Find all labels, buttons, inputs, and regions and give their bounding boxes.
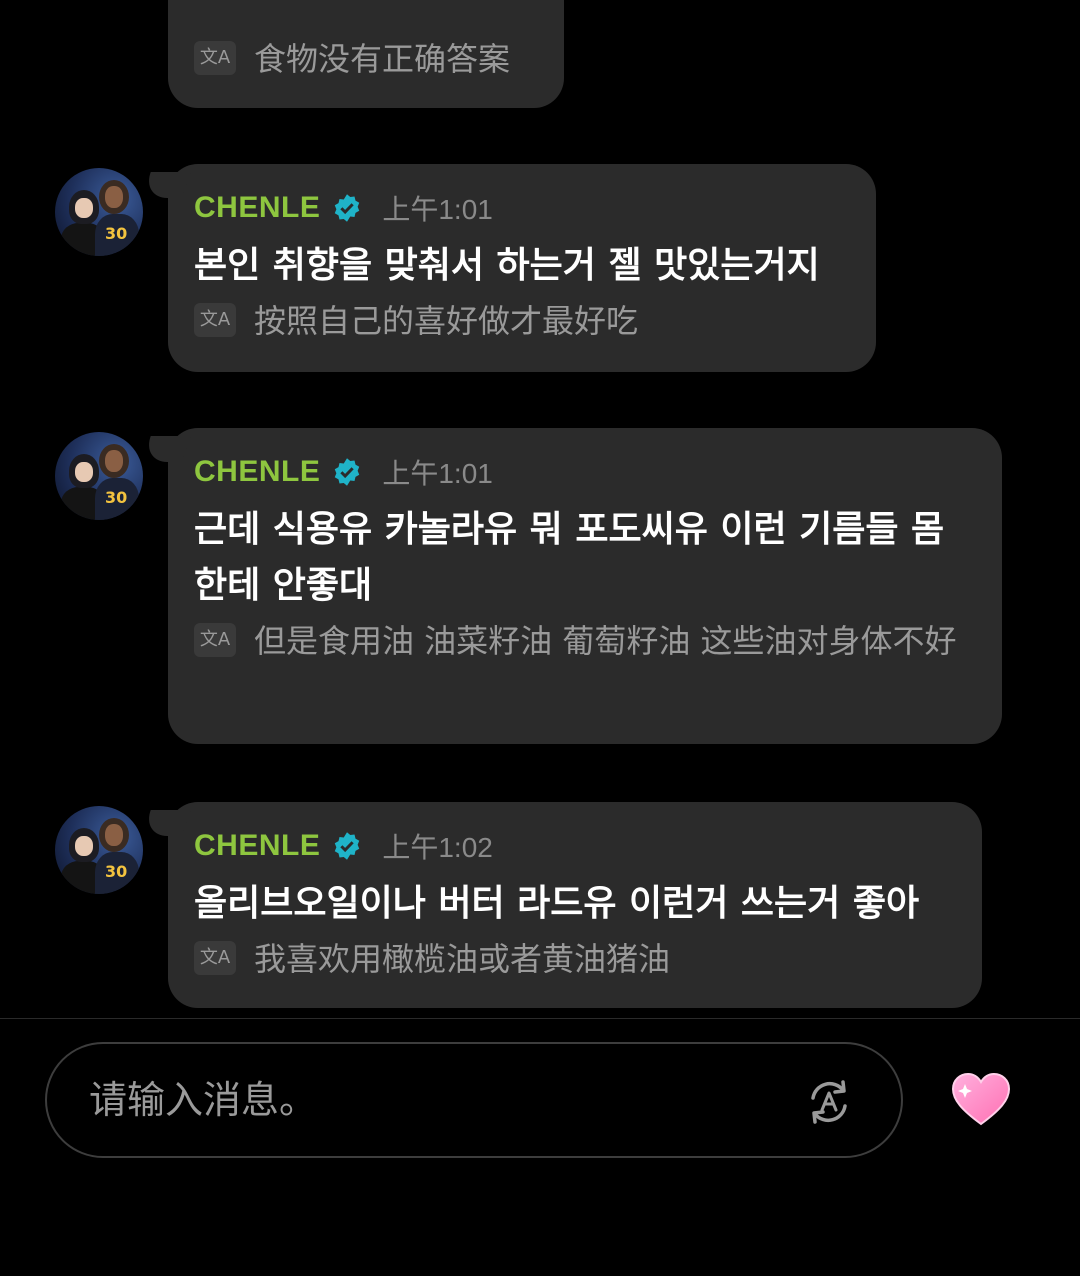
message-timestamp: 上午1:02 — [382, 832, 493, 863]
verified-badge-icon — [335, 194, 360, 222]
message-bubble[interactable]: CHENLE 上午1:02 올리브오일이나 버터 라드유 이런거 쓰는거 좋아 … — [168, 802, 982, 1008]
translation-line: 文A 我喜欢用橄榄油或者黄油猪油 — [194, 934, 956, 984]
heart-icon[interactable] — [950, 1072, 1012, 1128]
sender-name[interactable]: CHENLE — [194, 191, 320, 225]
translation-line: 文A 食物没有正确答案 — [194, 34, 538, 84]
translation-text: 食物没有正确答案 — [254, 40, 511, 78]
message-bubble[interactable]: CHENLE 上午1:01 본인 취향을 맞춰서 하는거 젤 맛있는거지 文A 按… — [168, 164, 876, 372]
message-input[interactable] — [89, 1070, 739, 1130]
composer-divider — [0, 1018, 1080, 1019]
message-timestamp: 上午1:01 — [382, 194, 493, 225]
translate-icon: 文A — [194, 303, 236, 337]
message-text: 본인 취향을 맞춰서 하는거 젤 맛있는거지 — [194, 245, 820, 286]
translate-icon: 文A — [194, 623, 236, 657]
avatar[interactable]: 30 — [55, 806, 143, 894]
avatar[interactable]: 30 — [55, 432, 143, 520]
translation-line: 文A 按照自己的喜好做才最好吃 — [194, 296, 850, 346]
translation-text: 但是食用油 油菜籽油 葡萄籽油 这些油对身体不好 — [254, 622, 957, 660]
translation-text: 我喜欢用橄榄油或者黄油猪油 — [254, 940, 671, 978]
message-bubble[interactable]: CHENLE 上午1:01 근데 식용유 카놀라유 뭐 포도씨유 이런 기름들 … — [168, 428, 1002, 744]
auto-translate-icon[interactable] — [803, 1076, 855, 1128]
translation-line: 文A 但是食用油 油菜籽油 葡萄籽油 这些油对身体不好 — [194, 616, 976, 666]
message-text: 올리브오일이나 버터 라드유 이런거 쓰는거 좋아 — [194, 883, 920, 924]
translate-icon: 文A — [194, 941, 236, 975]
translate-icon: 文A — [194, 41, 236, 75]
message-timestamp: 上午1:01 — [382, 458, 493, 489]
verified-badge-icon — [335, 832, 360, 860]
translation-text: 按照自己的喜好做才最好吃 — [254, 302, 639, 340]
message-bubble-partial: 文A 食物没有正确答案 — [168, 0, 564, 108]
message-header: CHENLE 上午1:02 — [194, 824, 956, 868]
message-composer — [45, 1042, 903, 1158]
message-header: CHENLE 上午1:01 — [194, 450, 976, 494]
message-text: 근데 식용유 카놀라유 뭐 포도씨유 이런 기름들 몸 한테 안좋대 — [194, 509, 945, 606]
avatar[interactable]: 30 — [55, 168, 143, 256]
sender-name[interactable]: CHENLE — [194, 455, 320, 489]
message-header: CHENLE 上午1:01 — [194, 186, 850, 230]
sender-name[interactable]: CHENLE — [194, 829, 320, 863]
verified-badge-icon — [335, 458, 360, 486]
